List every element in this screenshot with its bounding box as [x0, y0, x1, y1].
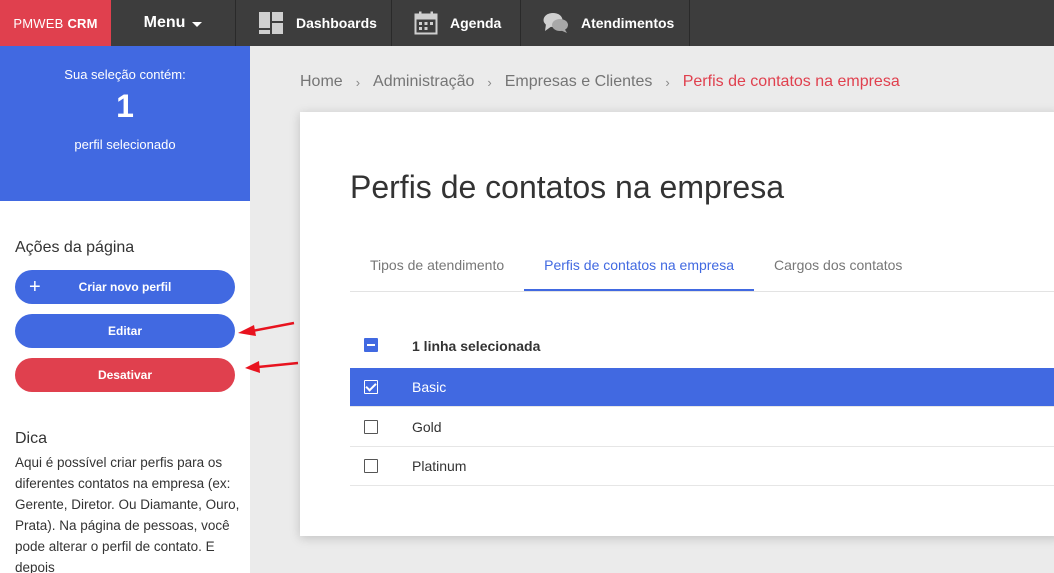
deactivate-button[interactable]: Desativar — [15, 358, 235, 392]
dashboard-icon — [259, 12, 283, 34]
nav-agenda[interactable]: Agenda — [392, 0, 521, 46]
brand-suffix: CRM — [67, 15, 98, 31]
chevron-right-icon: › — [355, 74, 361, 90]
table-row[interactable]: Basic — [350, 368, 1054, 407]
row-label: Gold — [412, 419, 442, 435]
nav-dashboards[interactable]: Dashboards — [236, 0, 392, 46]
menu-label: Menu — [143, 14, 186, 31]
breadcrumb-current: Perfis de contatos na empresa — [682, 73, 900, 90]
selected-count-label: 1 linha selecionada — [412, 338, 541, 354]
plus-icon: + — [29, 276, 41, 298]
nav-agenda-label: Agenda — [450, 15, 502, 31]
top-navbar: PMWEB CRM Menu Dashboards Agenda Atendim… — [0, 0, 1054, 46]
row-checkbox[interactable] — [364, 380, 378, 394]
tab-perfis-contatos[interactable]: Perfis de contatos na empresa — [524, 245, 755, 291]
content-card: Perfis de contatos na empresa Tipos de a… — [300, 112, 1054, 536]
menu-button[interactable]: Menu — [111, 0, 236, 46]
selection-summary: Sua seleção contém: 1 perfil selecionado — [0, 46, 250, 201]
arrow-to-deactivate-icon — [245, 361, 299, 373]
tip-text: Aqui é possível criar perfis para os dif… — [15, 455, 240, 573]
tip-title: Dica — [15, 430, 48, 447]
actions-title: Ações da página — [15, 239, 135, 256]
chat-icon — [543, 13, 568, 33]
row-label: Basic — [412, 379, 447, 395]
tab-tipos-atendimento[interactable]: Tipos de atendimento — [350, 245, 524, 291]
selection-sub: perfil selecionado — [74, 137, 176, 152]
deactivate-label: Desativar — [97, 368, 153, 382]
breadcrumb-companies[interactable]: Empresas e Clientes — [505, 73, 653, 91]
selection-count: 1 — [116, 88, 134, 124]
row-label: Platinum — [412, 458, 467, 474]
tab-bar: Tipos de atendimento Perfis de contatos … — [350, 245, 1054, 292]
chevron-right-icon: › — [665, 74, 670, 90]
table-header-row: 1 linha selecionada — [350, 326, 1054, 366]
brand-logo[interactable]: PMWEB CRM — [0, 0, 111, 46]
table-row[interactable]: Platinum — [350, 447, 1054, 486]
create-profile-label: Criar novo perfil — [78, 280, 172, 294]
chevron-right-icon: › — [487, 74, 492, 90]
tab-cargos-contatos[interactable]: Cargos dos contatos — [754, 245, 922, 291]
select-all-checkbox[interactable] — [364, 338, 378, 352]
sidebar: Sua seleção contém: 1 perfil selecionado… — [0, 46, 250, 573]
nav-atendimentos[interactable]: Atendimentos — [521, 0, 690, 46]
row-checkbox[interactable] — [364, 420, 378, 434]
create-profile-button[interactable]: + Criar novo perfil — [15, 270, 235, 304]
page-title: Perfis de contatos na empresa — [350, 169, 785, 205]
nav-atendimentos-label: Atendimentos — [581, 15, 675, 31]
table-row[interactable]: Gold — [350, 408, 1054, 447]
selection-label: Sua seleção contém: — [64, 67, 186, 82]
row-checkbox[interactable] — [364, 459, 378, 473]
breadcrumb-home[interactable]: Home — [300, 73, 343, 91]
brand-prefix: PMWEB — [13, 15, 64, 31]
chevron-down-icon — [192, 21, 203, 27]
calendar-icon — [414, 11, 438, 35]
edit-label: Editar — [107, 324, 142, 338]
breadcrumb-admin[interactable]: Administração — [373, 73, 474, 91]
nav-dashboards-label: Dashboards — [296, 15, 377, 31]
edit-button[interactable]: Editar — [15, 314, 235, 348]
breadcrumb: Home › Administração › Empresas e Client… — [300, 73, 900, 91]
